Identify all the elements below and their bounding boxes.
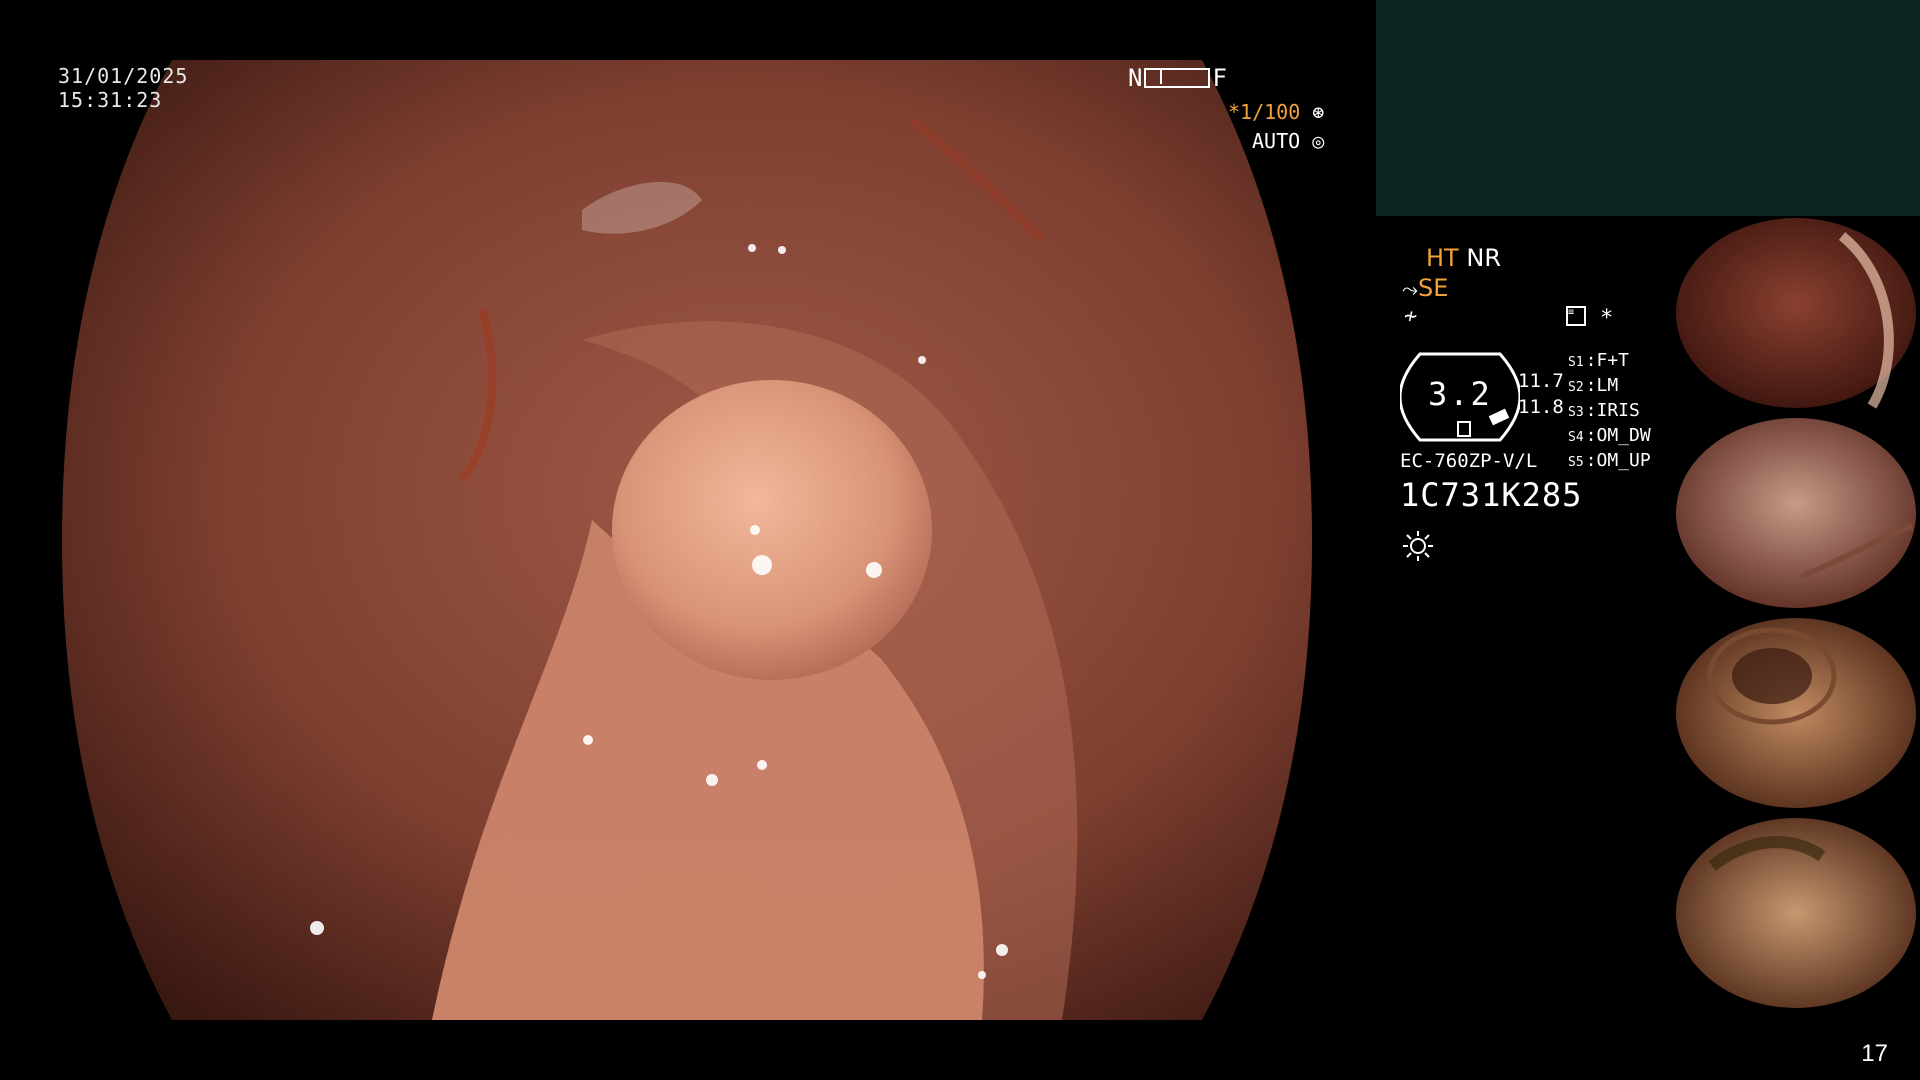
- gauge-small-1: 11.7: [1518, 370, 1564, 392]
- capture-thumbnail[interactable]: [1672, 416, 1920, 610]
- shutter-icon: ⊛: [1312, 100, 1325, 124]
- se-label: SE: [1418, 274, 1449, 302]
- switch-value: OM_UP: [1596, 450, 1651, 471]
- mode-indicators: HT NR: [1426, 244, 1501, 272]
- sun-icon: [1403, 531, 1433, 561]
- iris-readout: AUTO ◎: [1252, 129, 1324, 153]
- switch-key: S2: [1568, 380, 1584, 395]
- switch-value: OM_DW: [1596, 425, 1651, 446]
- scope-serial: 1C731K285: [1400, 476, 1583, 514]
- switch-row: S3:IRIS: [1568, 400, 1640, 421]
- scope-icon: ≡: [1566, 306, 1586, 326]
- switch-key: S4: [1568, 430, 1584, 445]
- status-panel: [1376, 0, 1920, 216]
- se-indicator: ⤳SE: [1402, 274, 1448, 302]
- switch-value: F+T: [1596, 350, 1630, 371]
- focus-near-label: N: [1128, 64, 1143, 92]
- capture-thumbnail[interactable]: [1672, 816, 1920, 1010]
- switch-key: S1: [1568, 355, 1584, 370]
- shutter-readout: *1/100 ⊛: [1228, 100, 1324, 124]
- ht-label: HT: [1426, 244, 1459, 272]
- page-number: 17: [1861, 1040, 1888, 1067]
- time-label: 15:31:23: [58, 88, 163, 112]
- capture-thumbnail[interactable]: [1672, 616, 1920, 810]
- switch-key: S3: [1568, 405, 1584, 420]
- switch-row: S5:OM_UP: [1568, 450, 1651, 471]
- scope-model: EC-760ZP-V/L: [1400, 450, 1538, 472]
- endoscopic-view: [62, 60, 1312, 1020]
- info-panel: HT NR ⤳SE ≁ ≡ * 3.2 11.7 11.8 S1:F+T S2:…: [1400, 240, 1700, 580]
- switch-row: S4:OM_DW: [1568, 425, 1651, 446]
- gauge-value: 3.2: [1428, 375, 1492, 413]
- iris-value: AUTO: [1252, 129, 1301, 153]
- focus-bar: N F: [1128, 64, 1227, 92]
- switch-row: S1:F+T: [1568, 350, 1630, 371]
- switch-key: S5: [1568, 455, 1584, 470]
- star-indicator: *: [1600, 306, 1614, 331]
- shutter-value: *1/100: [1228, 100, 1301, 124]
- focus-far-label: F: [1212, 64, 1227, 92]
- gauge-small-2: 11.8: [1518, 396, 1564, 418]
- switch-value: IRIS: [1596, 400, 1640, 421]
- nr-label: NR: [1466, 244, 1501, 272]
- lightning-icon: ≁: [1404, 304, 1418, 329]
- capture-thumbnail[interactable]: [1672, 216, 1920, 410]
- enhancement-icon: ⤳: [1402, 277, 1418, 301]
- iris-icon: ◎: [1312, 129, 1325, 153]
- date-label: 31/01/2025: [58, 64, 189, 88]
- switch-value: LM: [1596, 375, 1619, 396]
- focus-indicator: [1144, 68, 1211, 88]
- switch-row: S2:LM: [1568, 375, 1619, 396]
